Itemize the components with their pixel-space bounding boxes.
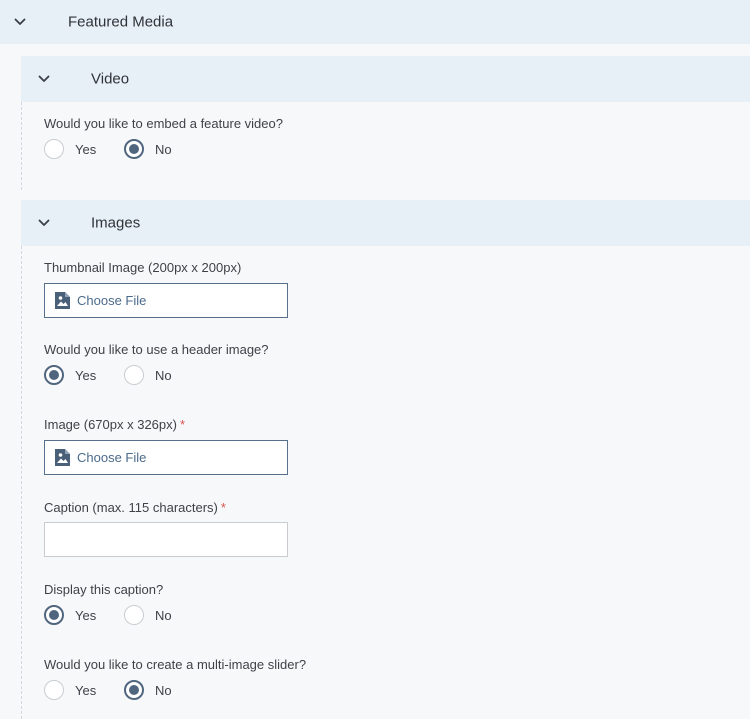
- slider-no-radio[interactable]: No: [124, 680, 172, 700]
- slider-radio-group: Yes No: [44, 679, 172, 701]
- required-marker: *: [220, 500, 226, 515]
- radio-checked-icon[interactable]: [124, 680, 144, 700]
- required-marker: *: [179, 417, 186, 432]
- file-image-icon: [54, 291, 71, 310]
- image-label: Image (670px x 326px) *: [44, 417, 185, 432]
- thumbnail-label: Thumbnail Image (200px x 200px): [44, 260, 242, 275]
- radio-unchecked-icon[interactable]: [44, 139, 64, 159]
- images-section-header[interactable]: Images: [21, 200, 750, 246]
- slider-yes-radio[interactable]: Yes: [44, 680, 124, 700]
- chevron-down-icon[interactable]: [37, 216, 51, 230]
- display-caption-yes-radio[interactable]: Yes: [44, 605, 124, 625]
- radio-label-yes: Yes: [75, 682, 97, 698]
- video-section-title: Video: [91, 70, 130, 88]
- featured-media-header[interactable]: Featured Media: [0, 0, 750, 44]
- header-image-no-radio[interactable]: No: [124, 365, 172, 385]
- embed-video-question: Would you like to embed a feature video?: [44, 116, 283, 131]
- caption-label: Caption (max. 115 characters) *: [44, 500, 226, 515]
- chevron-down-icon[interactable]: [13, 15, 27, 29]
- header-image-question: Would you like to use a header image?: [44, 342, 269, 357]
- choose-file-label: Choose File: [77, 450, 147, 465]
- images-section-title: Images: [91, 214, 141, 232]
- radio-label-yes: Yes: [75, 141, 97, 157]
- radio-unchecked-icon[interactable]: [44, 680, 64, 700]
- thumbnail-choose-file-button[interactable]: Choose File: [44, 283, 288, 318]
- video-section-header[interactable]: Video: [21, 56, 750, 102]
- chevron-down-icon[interactable]: [37, 72, 51, 86]
- file-image-icon: [54, 448, 71, 467]
- choose-file-label: Choose File: [77, 293, 147, 308]
- radio-label-yes: Yes: [75, 607, 97, 623]
- video-section-divider: [21, 102, 22, 190]
- radio-label-no: No: [155, 682, 172, 698]
- embed-video-no-radio[interactable]: No: [124, 139, 172, 159]
- image-label-text: Image (670px x 326px): [44, 417, 177, 432]
- radio-unchecked-icon[interactable]: [124, 605, 144, 625]
- display-caption-question: Display this caption?: [44, 582, 164, 597]
- radio-label-no: No: [155, 141, 172, 157]
- radio-unchecked-icon[interactable]: [124, 365, 144, 385]
- radio-checked-icon[interactable]: [124, 139, 144, 159]
- slider-question: Would you like to create a multi-image s…: [44, 657, 307, 672]
- header-image-yes-radio[interactable]: Yes: [44, 365, 124, 385]
- display-caption-no-radio[interactable]: No: [124, 605, 172, 625]
- radio-checked-icon[interactable]: [44, 365, 64, 385]
- radio-label-no: No: [155, 607, 172, 623]
- caption-label-text: Caption (max. 115 characters): [44, 500, 218, 515]
- radio-checked-icon[interactable]: [44, 605, 64, 625]
- header-image-radio-group: Yes No: [44, 364, 172, 386]
- caption-input[interactable]: [44, 522, 288, 557]
- images-section-divider: [21, 246, 22, 719]
- image-choose-file-button[interactable]: Choose File: [44, 440, 288, 475]
- embed-video-yes-radio[interactable]: Yes: [44, 139, 124, 159]
- radio-label-no: No: [155, 367, 172, 383]
- radio-label-yes: Yes: [75, 367, 97, 383]
- embed-video-radio-group: Yes No: [44, 138, 172, 160]
- featured-media-title: Featured Media: [68, 13, 174, 31]
- display-caption-radio-group: Yes No: [44, 604, 172, 626]
